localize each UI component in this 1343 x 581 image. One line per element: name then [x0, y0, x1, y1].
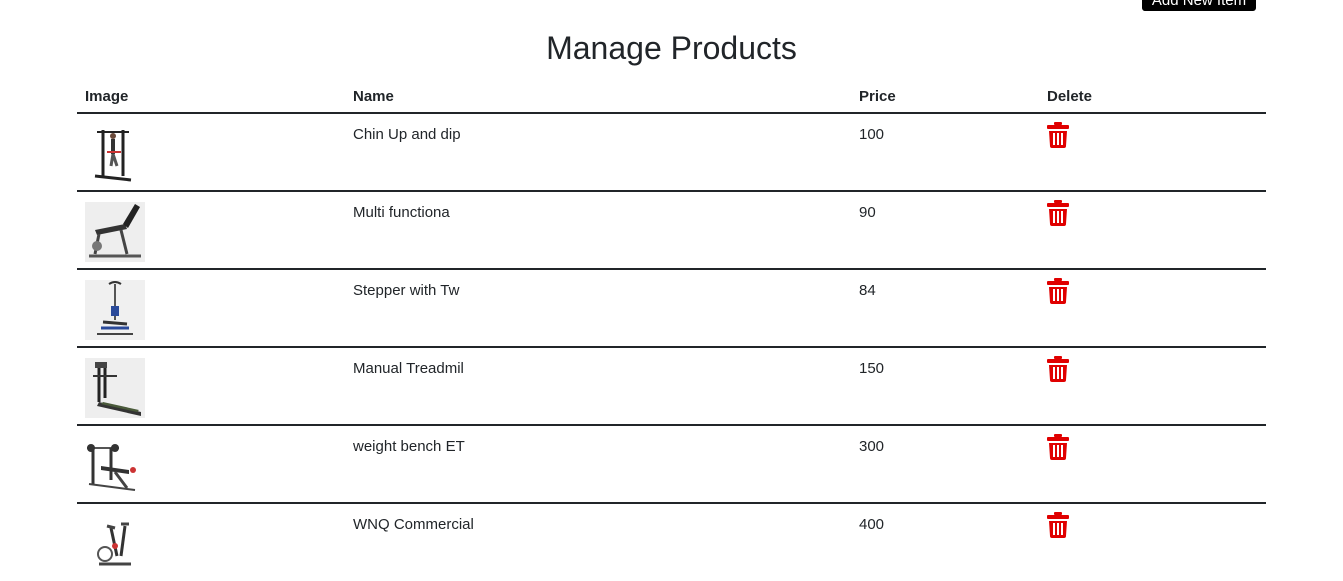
- delete-button[interactable]: [1047, 200, 1069, 226]
- trash-icon: [1047, 434, 1069, 460]
- treadmill-image: [85, 358, 145, 418]
- stepper-image: [85, 280, 145, 340]
- trash-icon: [1047, 122, 1069, 148]
- delete-button[interactable]: [1047, 512, 1069, 538]
- delete-cell: [1039, 503, 1266, 581]
- delete-cell: [1039, 113, 1266, 192]
- delete-cell: [1039, 269, 1266, 348]
- product-price: 400: [859, 516, 885, 533]
- delete-button[interactable]: [1047, 122, 1069, 148]
- exercise-bike-image: [85, 514, 145, 574]
- image-cell: [77, 425, 345, 504]
- table-header-row: Image Name Price Delete: [77, 80, 1266, 114]
- add-new-item-button[interactable]: Add New Item: [1142, 0, 1256, 11]
- page-title: Manage Products: [546, 30, 797, 66]
- trash-icon: [1047, 278, 1069, 304]
- adjustable-bench-image: [85, 202, 145, 262]
- delete-button[interactable]: [1047, 434, 1069, 460]
- table-row: Stepper with Tw 84: [77, 269, 1266, 348]
- product-name: Multi functiona: [345, 191, 851, 270]
- image-cell: [77, 191, 345, 270]
- product-name: Manual Treadmil: [345, 347, 851, 426]
- column-header-delete: Delete: [1039, 80, 1266, 114]
- table-row: Multi functiona 90: [77, 191, 1266, 270]
- column-header-name: Name: [345, 80, 851, 114]
- image-cell: [77, 347, 345, 426]
- trash-icon: [1047, 356, 1069, 382]
- table-row: Manual Treadmil 150: [77, 347, 1266, 426]
- image-cell: [77, 269, 345, 348]
- product-price: 300: [851, 425, 1039, 504]
- delete-button[interactable]: [1047, 278, 1069, 304]
- product-price: 90: [851, 191, 1039, 270]
- column-header-image: Image: [77, 80, 345, 114]
- delete-cell: [1039, 191, 1266, 270]
- weight-bench-image: [85, 436, 145, 496]
- chin-up-station-image: [85, 124, 145, 184]
- product-name: WNQ Commercial: [353, 516, 474, 533]
- image-cell: [77, 503, 345, 581]
- delete-cell: [1039, 425, 1266, 504]
- product-name: weight bench ET: [345, 425, 851, 504]
- column-header-price: Price: [851, 80, 1039, 114]
- product-price: 84: [851, 269, 1039, 348]
- product-name: Chin Up and dip: [345, 113, 851, 192]
- product-price: 150: [851, 347, 1039, 426]
- product-name: Stepper with Tw: [345, 269, 851, 348]
- delete-cell: [1039, 347, 1266, 426]
- delete-button[interactable]: [1047, 356, 1069, 382]
- products-table: Image Name Price Delete Chin Up and dip …: [77, 80, 1266, 581]
- trash-icon: [1047, 512, 1069, 538]
- table-row: WNQ Commercial 400: [77, 503, 1266, 581]
- image-cell: [77, 113, 345, 192]
- product-price: 100: [851, 113, 1039, 192]
- table-row: Chin Up and dip 100: [77, 113, 1266, 192]
- table-row: weight bench ET 300: [77, 425, 1266, 504]
- trash-icon: [1047, 200, 1069, 226]
